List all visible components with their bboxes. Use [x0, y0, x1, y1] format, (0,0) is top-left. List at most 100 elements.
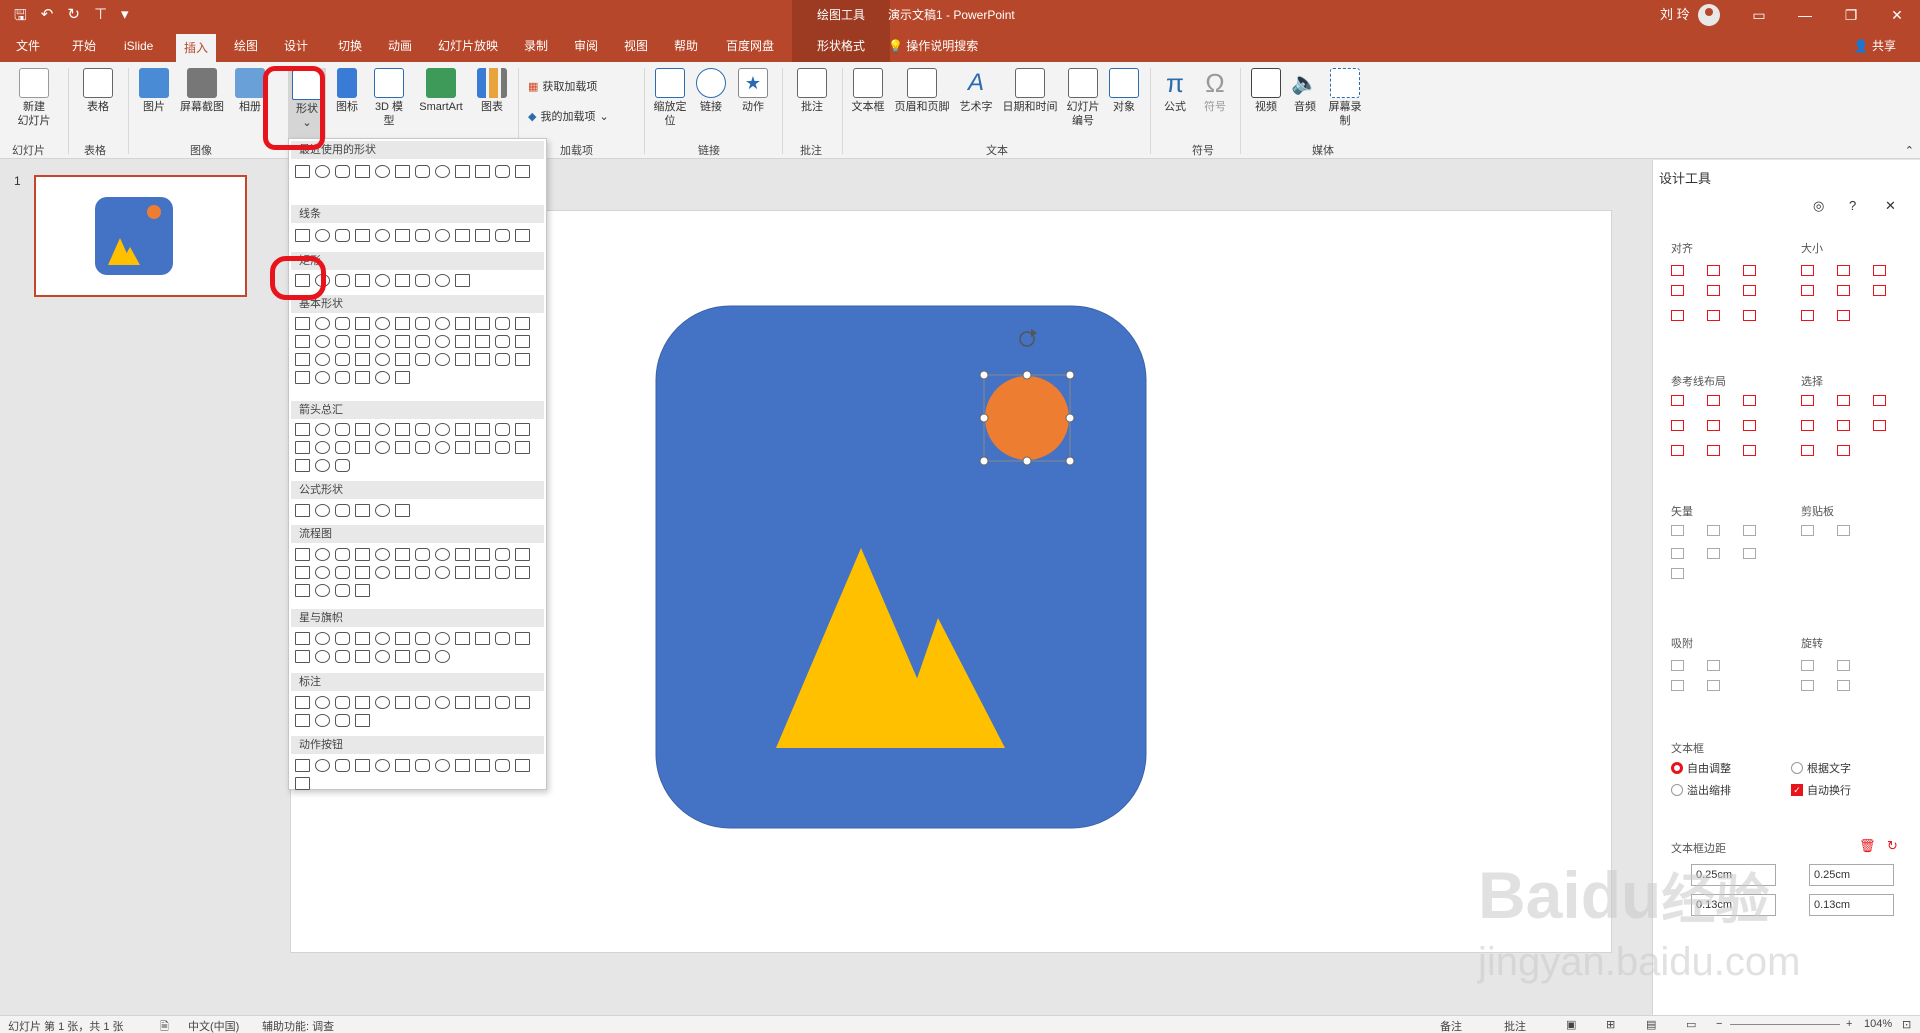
design-tool-icon[interactable]	[1801, 395, 1814, 406]
design-tool-icon[interactable]	[1801, 420, 1814, 431]
radio-fit-text[interactable]: 根据文字	[1791, 760, 1851, 776]
tab-home[interactable]: 开始	[64, 30, 104, 62]
arrows-shape-item[interactable]	[515, 441, 530, 454]
design-tool-icon[interactable]	[1801, 265, 1814, 276]
arrows-shape-item[interactable]	[315, 441, 330, 454]
recent-shape-item[interactable]	[315, 165, 330, 178]
maximize-icon[interactable]: ❐	[1828, 0, 1874, 30]
design-tool-icon[interactable]	[1671, 445, 1684, 456]
rectangles-shape-item[interactable]	[415, 274, 430, 287]
design-tool-icon[interactable]	[1671, 265, 1684, 276]
arrows-shape-item[interactable]	[495, 441, 510, 454]
design-tool-icon[interactable]	[1837, 660, 1850, 671]
comment-button[interactable]: 批注	[792, 68, 832, 114]
basic-shape-item[interactable]	[355, 371, 370, 384]
flowchart-shape-item[interactable]	[495, 566, 510, 579]
callouts-shape-item[interactable]	[495, 696, 510, 709]
arrows-shape-item[interactable]	[375, 423, 390, 436]
slide-sorter-icon[interactable]: ⊞	[1606, 1018, 1615, 1031]
link-button[interactable]: 链接	[696, 68, 726, 114]
basic-shape-item[interactable]	[335, 335, 350, 348]
design-tool-icon[interactable]	[1707, 445, 1720, 456]
design-tool-icon[interactable]	[1707, 265, 1720, 276]
design-tool-icon[interactable]	[1707, 660, 1720, 671]
reset-icon[interactable]: 🗑	[1859, 838, 1876, 854]
action-buttons-shape-item[interactable]	[295, 777, 310, 790]
design-tool-icon[interactable]	[1707, 310, 1720, 321]
design-tool-icon[interactable]	[1671, 525, 1684, 536]
tab-draw[interactable]: 绘图	[226, 30, 266, 62]
avatar[interactable]	[1697, 4, 1720, 26]
design-tool-icon[interactable]	[1743, 548, 1756, 559]
arrows-shape-item[interactable]	[335, 441, 350, 454]
action-buttons-shape-item[interactable]	[295, 759, 310, 772]
design-tool-icon[interactable]	[1837, 420, 1850, 431]
flowchart-shape-item[interactable]	[315, 584, 330, 597]
arrows-shape-item[interactable]	[355, 441, 370, 454]
basic-shape-item[interactable]	[455, 317, 470, 330]
rectangles-shape-item[interactable]	[395, 274, 410, 287]
screen-record-button[interactable]: 屏幕录制	[1326, 68, 1364, 128]
design-tool-icon[interactable]	[1671, 568, 1684, 579]
tab-view[interactable]: 视图	[616, 30, 656, 62]
tab-design[interactable]: 设计	[276, 30, 316, 62]
tab-insert[interactable]: 插入	[176, 34, 217, 62]
action-buttons-shape-item[interactable]	[435, 759, 450, 772]
lines-shape-item[interactable]	[515, 229, 530, 242]
user-account[interactable]: 刘 玲	[1660, 0, 1720, 30]
arrows-shape-item[interactable]	[315, 423, 330, 436]
basic-shape-item[interactable]	[335, 353, 350, 366]
action-buttons-shape-item[interactable]	[495, 759, 510, 772]
basic-shape-item[interactable]	[355, 353, 370, 366]
basic-shape-item[interactable]	[355, 317, 370, 330]
basic-shape-item[interactable]	[495, 317, 510, 330]
flowchart-shape-item[interactable]	[375, 566, 390, 579]
callouts-shape-item[interactable]	[395, 696, 410, 709]
stars-shape-item[interactable]	[435, 650, 450, 663]
basic-shape-item[interactable]	[435, 317, 450, 330]
zoom-out-icon[interactable]: −	[1716, 1018, 1722, 1030]
equation-shape-item[interactable]	[375, 504, 390, 517]
accessibility-status[interactable]: 辅助功能: 调查	[262, 1018, 334, 1033]
flowchart-shape-item[interactable]	[395, 548, 410, 561]
help-icon[interactable]: ?	[1849, 198, 1856, 213]
equation-shape-item[interactable]	[295, 504, 310, 517]
flowchart-shape-item[interactable]	[475, 566, 490, 579]
fit-slide-icon[interactable]: ⊡	[1902, 1018, 1911, 1031]
save-icon[interactable]: 🖫	[14, 5, 27, 30]
textbox-button[interactable]: 文本框	[848, 68, 888, 114]
minimize-icon[interactable]: —	[1782, 0, 1828, 30]
stars-shape-item[interactable]	[415, 632, 430, 645]
format-painter-icon[interactable]: ⊤	[94, 5, 107, 30]
stars-shape-item[interactable]	[315, 650, 330, 663]
design-tool-icon[interactable]	[1837, 265, 1850, 276]
arrows-shape-item[interactable]	[395, 441, 410, 454]
action-buttons-shape-item[interactable]	[335, 759, 350, 772]
tab-slideshow[interactable]: 幻灯片放映	[430, 30, 506, 62]
lines-shape-item[interactable]	[315, 229, 330, 242]
picture-button[interactable]: 图片	[136, 68, 172, 114]
basic-shape-item[interactable]	[515, 335, 530, 348]
notes-button[interactable]: 备注	[1440, 1018, 1462, 1033]
recent-shape-item[interactable]	[375, 165, 390, 178]
basic-shape-item[interactable]	[475, 317, 490, 330]
callouts-shape-item[interactable]	[355, 714, 370, 727]
audio-button[interactable]: 🔈 音频	[1288, 68, 1322, 114]
recent-shape-item[interactable]	[435, 165, 450, 178]
pane-settings-icon[interactable]: ◎	[1813, 198, 1824, 214]
tab-file[interactable]: 文件	[8, 30, 48, 62]
callouts-shape-item[interactable]	[435, 696, 450, 709]
callouts-shape-item[interactable]	[315, 714, 330, 727]
arrows-shape-item[interactable]	[415, 423, 430, 436]
lines-shape-item[interactable]	[355, 229, 370, 242]
basic-shape-item[interactable]	[395, 371, 410, 384]
design-tool-icon[interactable]	[1801, 285, 1814, 296]
close-icon[interactable]: ✕	[1885, 198, 1896, 214]
design-tool-icon[interactable]	[1743, 285, 1756, 296]
margin-right-input[interactable]: 0.25cm	[1809, 864, 1894, 886]
arrows-shape-item[interactable]	[355, 423, 370, 436]
lines-shape-item[interactable]	[455, 229, 470, 242]
flowchart-shape-item[interactable]	[515, 548, 530, 561]
design-tool-icon[interactable]	[1743, 265, 1756, 276]
lines-shape-item[interactable]	[335, 229, 350, 242]
